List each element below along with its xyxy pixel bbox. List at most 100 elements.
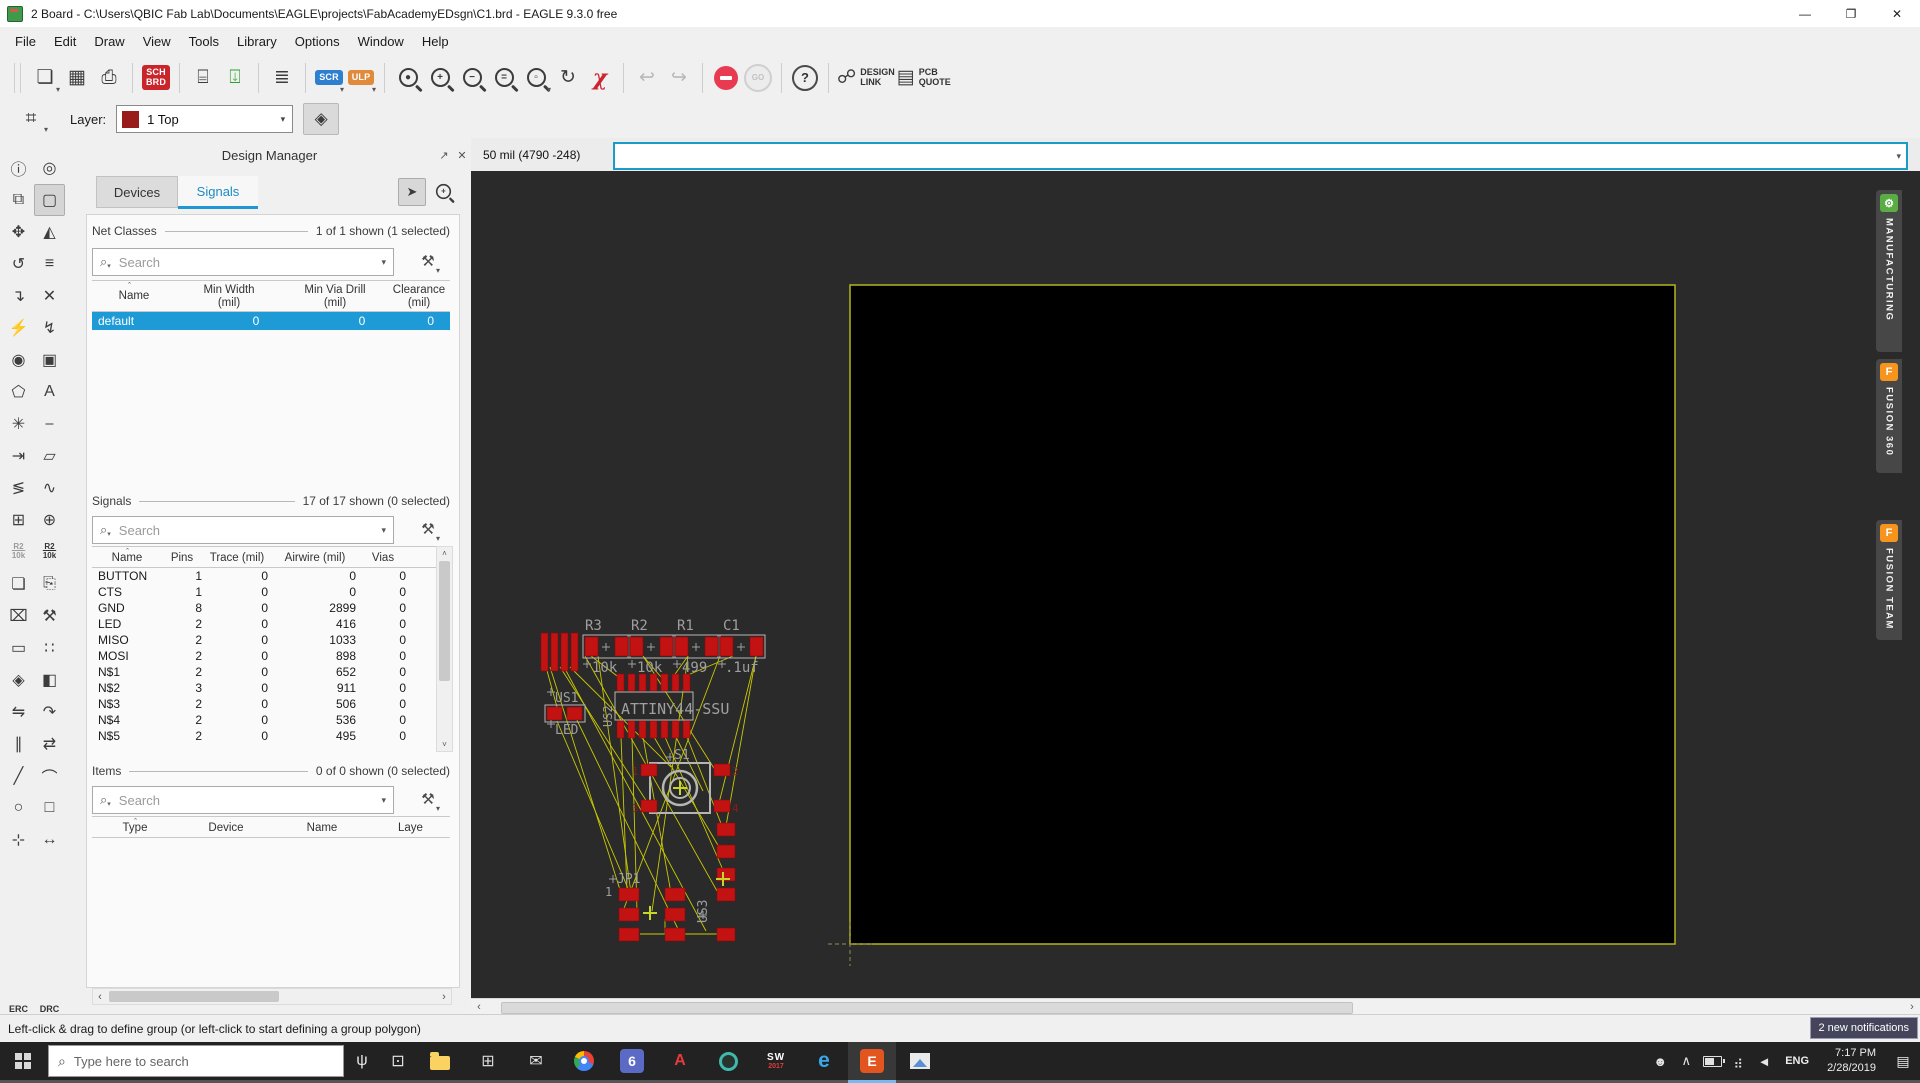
- fusion360-side-tab[interactable]: F FUSION 360: [1876, 359, 1902, 473]
- taskbar-app-chrome[interactable]: [560, 1042, 608, 1080]
- taskbar-app-file-explorer[interactable]: [416, 1042, 464, 1080]
- lock-icon[interactable]: ◧: [34, 664, 65, 696]
- ulp-badge[interactable]: ULP ▾: [346, 62, 376, 94]
- pad-icon[interactable]: ▣: [34, 344, 65, 376]
- network-icon[interactable]: ⣴: [1725, 1042, 1751, 1080]
- scr-script-badge[interactable]: SCR ▾: [314, 62, 344, 94]
- net-class-row[interactable]: default 0 0 0: [92, 312, 450, 330]
- cancel-x-icon[interactable]: χ: [585, 62, 615, 94]
- refresh-icon[interactable]: ↻: [553, 62, 583, 94]
- zoom-select-icon[interactable]: =: [489, 62, 519, 94]
- items-col-layer[interactable]: Laye: [398, 822, 450, 835]
- menu-item-window[interactable]: Window: [349, 30, 413, 53]
- pcb-canvas[interactable]: R3 R2 R1 C1 10k 10k 499 .1uf US1 LED ATT…: [471, 171, 1920, 998]
- canvas-hscrollbar[interactable]: ‹ ›: [471, 998, 1920, 1015]
- signals-search[interactable]: ⌕▾ ▾: [92, 516, 394, 544]
- delete-icon[interactable]: ⌧: [3, 600, 34, 632]
- design-link-button[interactable]: ☍ DESIGN LINK: [837, 62, 895, 94]
- net-classes-settings-button[interactable]: ⚒ ▾: [415, 248, 441, 275]
- task-view-icon[interactable]: ⊡: [380, 1042, 416, 1080]
- zoom-in-icon[interactable]: +: [425, 62, 455, 94]
- signals-search-input[interactable]: [116, 521, 382, 539]
- scrollbar-thumb[interactable]: [501, 1002, 1353, 1014]
- volume-icon[interactable]: ◄: [1751, 1042, 1777, 1080]
- signals-settings-button[interactable]: ⚒ ▾: [415, 516, 441, 543]
- items-col-name[interactable]: Name: [274, 822, 370, 835]
- close-panel-icon[interactable]: ✕: [453, 149, 471, 162]
- name-tool[interactable]: R2 10k: [3, 536, 34, 568]
- signal-row[interactable]: MISO 2 0 1033 0: [92, 632, 436, 648]
- signals-scrollbar[interactable]: ˄ ˅: [436, 546, 453, 752]
- items-search[interactable]: ⌕▾ ▾: [92, 786, 394, 814]
- taskbar-app-eagle[interactable]: E: [848, 1042, 896, 1083]
- items-settings-button[interactable]: ⚒ ▾: [415, 786, 441, 813]
- ratsnest-icon[interactable]: ✳: [3, 408, 34, 440]
- scrollbar-thumb[interactable]: [109, 991, 279, 1002]
- taskbar-app-circle[interactable]: [704, 1042, 752, 1080]
- nc-col-min-width[interactable]: Min Width (mil): [176, 284, 282, 310]
- sig-col-name[interactable]: Name: [92, 552, 162, 565]
- taskbar-app-store[interactable]: ⊞: [464, 1042, 512, 1080]
- highlight-selection-button[interactable]: ➤: [398, 178, 426, 206]
- copper-pour-icon[interactable]: ▱: [34, 440, 65, 472]
- zoom-to-selection-button[interactable]: +: [430, 178, 456, 204]
- save-icon[interactable]: ▦: [62, 62, 92, 94]
- zoom-out-icon[interactable]: −: [457, 62, 487, 94]
- sig-col-trace[interactable]: Trace (mil): [202, 552, 272, 565]
- add-part-icon[interactable]: ⊞: [3, 504, 34, 536]
- copy-icon[interactable]: ❏: [3, 568, 34, 600]
- split-icon[interactable]: ⚡: [3, 312, 34, 344]
- nc-col-name[interactable]: Name: [92, 290, 176, 303]
- taskbar-search-input[interactable]: [71, 1052, 343, 1070]
- menu-item-help[interactable]: Help: [413, 30, 458, 53]
- paste-icon[interactable]: ⎘: [34, 568, 65, 600]
- eye-icon[interactable]: ◎: [34, 152, 65, 184]
- scrollbar-thumb[interactable]: [439, 561, 450, 681]
- sig-col-vias[interactable]: Vias: [358, 552, 408, 565]
- taskbar-app-solidworks[interactable]: SW 2017: [752, 1042, 800, 1080]
- menu-item-edit[interactable]: Edit: [45, 30, 85, 53]
- items-col-device[interactable]: Device: [178, 822, 274, 835]
- fusion-team-side-tab[interactable]: F FUSION TEAM: [1876, 520, 1902, 640]
- replace-icon[interactable]: ↷: [34, 696, 65, 728]
- signal-row[interactable]: N$3 2 0 506 0: [92, 696, 436, 712]
- restore-button[interactable]: ❐: [1828, 0, 1874, 27]
- nc-col-clearance[interactable]: Clearance (mil): [388, 284, 450, 310]
- text-icon[interactable]: A: [34, 376, 65, 408]
- zoom-redraw-icon[interactable]: ▫ ▾: [521, 62, 551, 94]
- info-icon[interactable]: ⓘ: [3, 152, 34, 184]
- command-box[interactable]: ▾: [613, 142, 1908, 170]
- display-layers-icon[interactable]: ⧉: [3, 184, 34, 216]
- items-col-type[interactable]: Type: [92, 822, 178, 835]
- polygon-icon[interactable]: ⬠: [3, 376, 34, 408]
- mirror-icon[interactable]: ◭: [34, 216, 65, 248]
- menu-item-view[interactable]: View: [134, 30, 180, 53]
- smash-icon[interactable]: ∷: [34, 632, 65, 664]
- circle-icon[interactable]: ○: [3, 792, 34, 824]
- menu-item-tools[interactable]: Tools: [180, 30, 228, 53]
- items-search-input[interactable]: [116, 791, 382, 809]
- pinswap-icon[interactable]: ⇋: [3, 696, 34, 728]
- menu-item-draw[interactable]: Draw: [85, 30, 133, 53]
- tab-signals[interactable]: Signals: [178, 176, 258, 209]
- taskbar-app-photos[interactable]: [896, 1042, 944, 1080]
- layer-select[interactable]: 1 Top ▾: [116, 105, 294, 133]
- stop-icon[interactable]: [711, 62, 741, 94]
- battery-icon[interactable]: [1699, 1042, 1725, 1080]
- cam-output-icon[interactable]: ⍗: [220, 62, 250, 94]
- net-classes-search-input[interactable]: [116, 253, 382, 271]
- paint-icon[interactable]: ▭: [3, 632, 34, 664]
- group-select-icon[interactable]: ▢: [34, 184, 65, 216]
- command-input[interactable]: [615, 148, 1897, 164]
- bus-icon[interactable]: ∥: [3, 728, 34, 760]
- label-icon[interactable]: ◈: [3, 664, 34, 696]
- change-icon[interactable]: ⚒: [34, 600, 65, 632]
- signal-row[interactable]: BUTTON 1 0 0 0: [92, 568, 436, 584]
- help-icon[interactable]: ?: [790, 62, 820, 94]
- signal-row[interactable]: MOSI 2 0 898 0: [92, 648, 436, 664]
- grid-settings-button[interactable]: ⌗ ▾: [14, 104, 48, 134]
- meander-icon[interactable]: ≶: [3, 472, 34, 504]
- signal-row[interactable]: N$1 2 0 652 0: [92, 664, 436, 680]
- net-classes-search[interactable]: ⌕▾ ▾: [92, 248, 394, 276]
- rect-icon[interactable]: □: [34, 792, 65, 824]
